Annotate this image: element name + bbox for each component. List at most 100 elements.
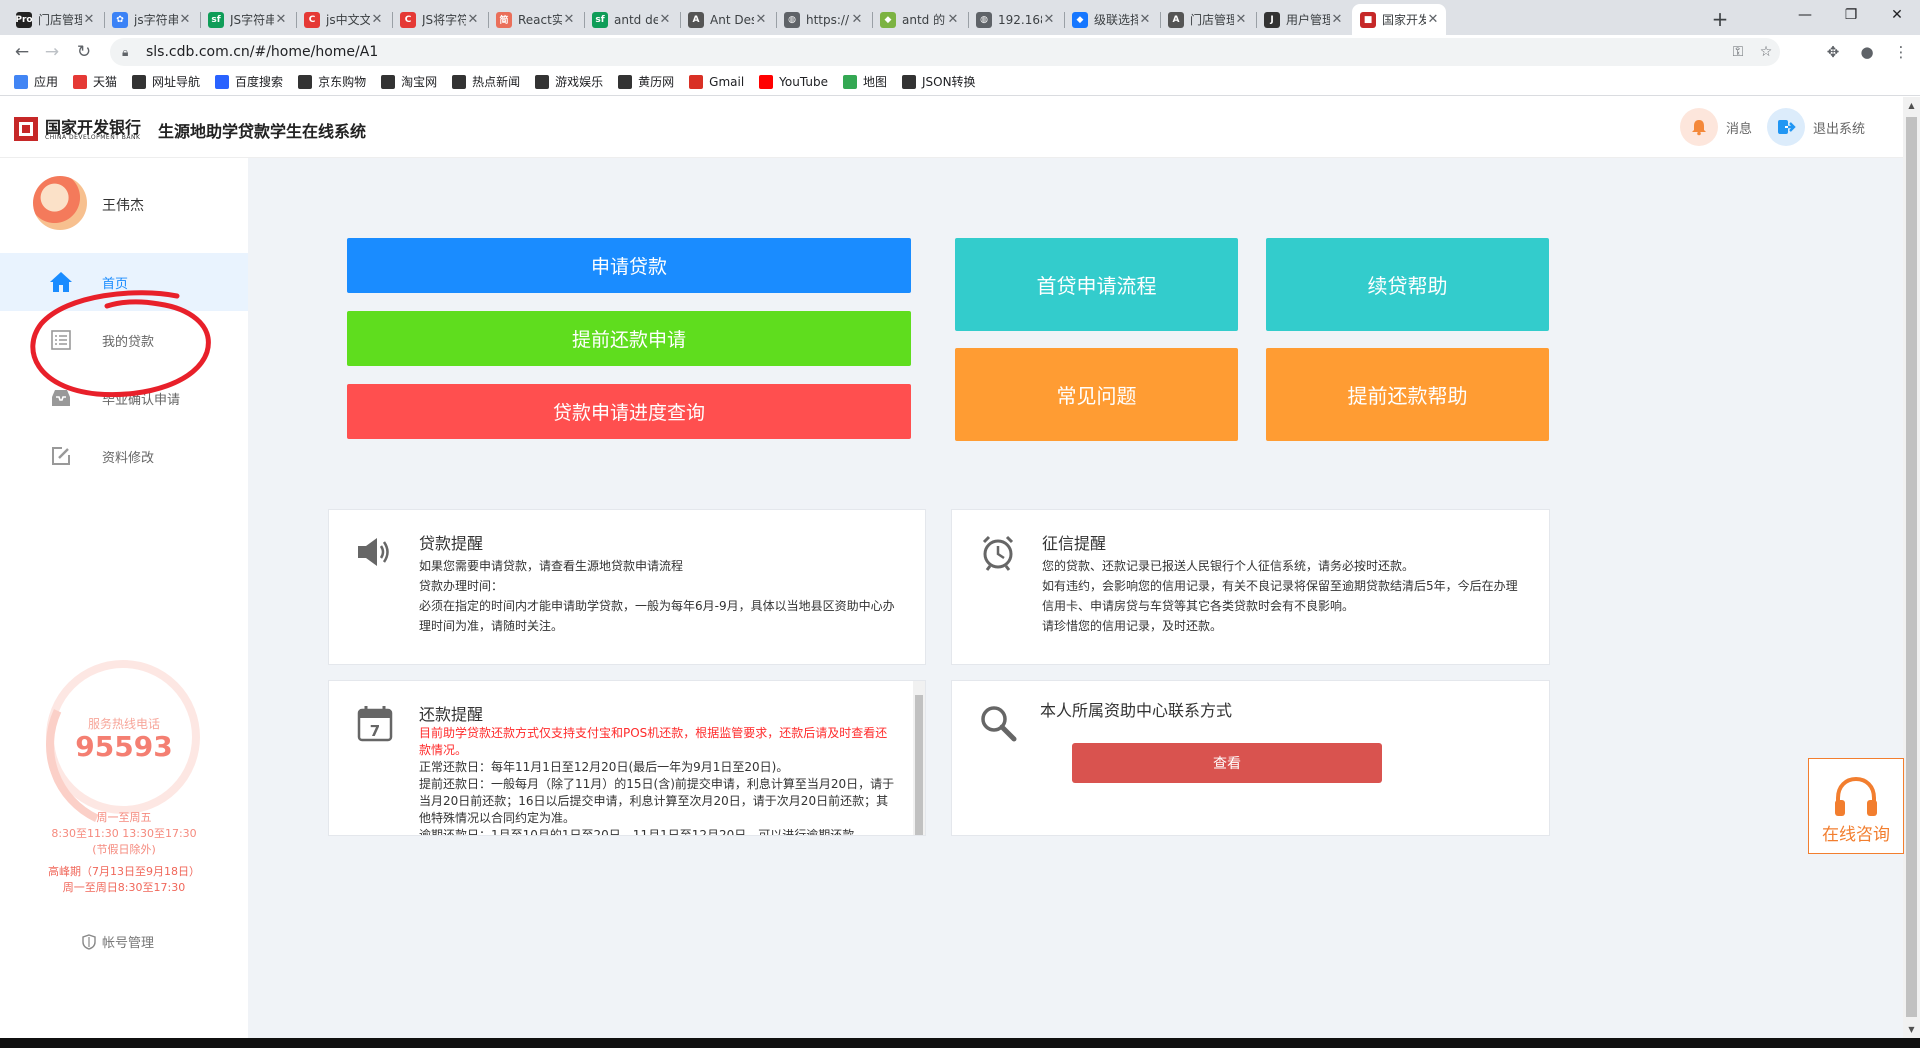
tab-favicon-icon: ✿ [112,11,128,28]
browser-tab[interactable]: sf antd des✕ [584,4,678,35]
online-consult-button[interactable]: 在线咨询 [1808,758,1904,854]
tab-favicon-icon: ◆ [880,11,896,28]
renew-help-button[interactable]: 续贷帮助 [1266,238,1549,331]
bookmark-item[interactable]: 游戏娱乐 [535,73,603,90]
messages-button[interactable]: 消息 [1680,108,1752,146]
scroll-down-arrow[interactable]: ▼ [1903,1021,1920,1038]
repay-card-scrollbar[interactable] [913,681,925,835]
tab-close-icon[interactable]: ✕ [850,12,864,27]
os-taskbar [0,1038,1920,1048]
tab-favicon-icon: sf [208,11,224,28]
browser-tab[interactable]: ◍ https://✕ [776,4,870,35]
early-repay-help-button[interactable]: 提前还款帮助 [1266,348,1549,441]
bookmark-label: YouTube [779,74,828,89]
bookmark-item[interactable]: 淘宝网 [381,73,437,90]
tab-close-icon[interactable]: ✕ [1234,12,1248,27]
loan-reminder-line: 必须在指定的时间内才能申请助学贷款，一般为每年6月-9月，具体以当地县区资助中心… [419,599,895,633]
logout-button[interactable]: 退出系统 [1767,108,1865,146]
credit-reminder-title: 征信提醒 [1042,534,1107,553]
tab-close-icon[interactable]: ✕ [178,12,192,27]
bookmark-item[interactable]: 天猫 [73,73,117,90]
scroll-up-arrow[interactable]: ▲ [1903,97,1920,114]
tab-close-icon[interactable]: ✕ [658,12,672,27]
loan-reminder-body: 如果您需要申请贷款，请查看生源地贷款申请流程 贷款办理时间： 必须在指定的时间内… [419,556,901,636]
sidebar-item-home[interactable]: 首页 [0,253,248,311]
sidebar-item-my-loans[interactable]: 我的贷款 [0,311,248,369]
minimize-button[interactable]: — [1782,0,1828,30]
apply-loan-button[interactable]: 申请贷款 [347,238,911,293]
avatar[interactable] [33,176,87,230]
lock-icon: 🔒︎ [122,45,129,59]
bookmark-item[interactable]: Gmail [689,74,744,89]
bookmark-icon [901,74,916,89]
browser-tab[interactable]: ◆ antd 的 ✕ [872,4,966,35]
repay-card-scroll-thumb[interactable] [915,695,923,835]
sidebar-item-edit-profile[interactable]: 资料修改 [0,427,248,485]
bookmark-item[interactable]: 黄历网 [618,73,674,90]
extensions-icon[interactable]: ✥ [1822,41,1844,63]
user-name: 王伟杰 [102,198,144,214]
new-tab-button[interactable]: + [1706,5,1734,33]
bookmark-item[interactable]: JSON转换 [901,73,976,90]
tab-title: antd des [614,12,658,27]
menu-icon[interactable]: ⋮ [1890,41,1912,63]
first-loan-process-button[interactable]: 首贷申请流程 [955,238,1238,331]
bookmark-item[interactable]: YouTube [759,74,828,89]
browser-tab[interactable]: J 用户管理 ✕ [1256,4,1350,35]
tab-close-icon[interactable]: ✕ [1330,12,1344,27]
loan-reminder-line: 如果您需要申请贷款，请查看生源地贷款申请流程 [419,559,684,573]
tab-close-icon[interactable]: ✕ [274,12,288,27]
tab-close-icon[interactable]: ✕ [466,12,480,27]
sidebar-item-label: 毕业确认申请 [102,392,181,408]
sidebar-item-graduation[interactable]: 毕业确认申请 [0,369,248,427]
close-window-button[interactable]: ✕ [1874,0,1920,30]
bookmark-item[interactable]: 应用 [14,73,58,90]
tab-favicon-icon: sf [592,11,608,28]
bookmark-item[interactable]: 京东购物 [298,73,366,90]
tab-favicon-icon: Pro [15,11,33,28]
browser-tab[interactable]: ■ 国家开发 ✕ [1352,4,1446,35]
browser-tab[interactable]: A 门店管理 ✕ [1160,4,1254,35]
bookmark-item[interactable]: 百度搜索 [215,73,283,90]
reload-button[interactable]: ↻ [70,38,98,66]
page-scrollbar[interactable]: ▲ ▼ [1903,97,1920,1038]
bookmark-item[interactable]: 网址导航 [132,73,200,90]
tab-close-icon[interactable]: ✕ [1138,12,1152,27]
key-icon[interactable]: ⚿ [1724,44,1752,60]
profile-icon[interactable]: ● [1856,41,1878,63]
tab-close-icon[interactable]: ✕ [1426,12,1440,27]
progress-query-button[interactable]: 贷款申请进度查询 [347,384,911,439]
account-management-link[interactable]: 帐号管理 [82,932,154,951]
restore-button[interactable]: ❐ [1828,0,1874,30]
bookmark-label: 热点新闻 [472,75,521,89]
bookmark-item[interactable]: 地图 [842,73,887,90]
tab-title: antd 的 [902,13,946,27]
tab-close-icon[interactable]: ✕ [82,12,96,27]
contact-card: 本人所属资助中心联系方式 查看 [951,680,1550,836]
browser-tab[interactable]: ✿ js字符串 ✕ [104,4,198,35]
repay-reminder-line: 正常还款日：每年11月1日至12月20日(最后一年为9月1日至20日)。 [419,760,789,774]
early-repay-apply-button[interactable]: 提前还款申请 [347,311,911,366]
logout-label: 退出系统 [1813,121,1866,137]
bookmark-item[interactable]: 热点新闻 [452,73,520,90]
tab-close-icon[interactable]: ✕ [562,12,576,27]
browser-tab[interactable]: ◍ 192.168.✕ [968,4,1062,35]
browser-tab[interactable]: ◆ 级联选择 ✕ [1064,4,1158,35]
browser-tab[interactable]: A Ant Desi✕ [680,4,774,35]
back-button[interactable]: ← [8,38,36,66]
faq-button[interactable]: 常见问题 [955,348,1238,441]
bookmark-star-icon[interactable]: ☆ [1752,44,1780,60]
tab-close-icon[interactable]: ✕ [946,12,960,27]
tab-close-icon[interactable]: ✕ [754,12,768,27]
browser-tab[interactable]: sf JS字符串 ✕ [200,4,294,35]
browser-tab[interactable]: 简 React实 ✕ [488,4,582,35]
browser-tab[interactable]: Cjs中文文 ✕ [296,4,390,35]
view-contact-button[interactable]: 查看 [1072,743,1382,783]
tab-close-icon[interactable]: ✕ [1042,12,1056,27]
browser-tab[interactable]: C JS将字符 ✕ [392,4,486,35]
tab-close-icon[interactable]: ✕ [370,12,384,27]
browser-tab[interactable]: Pro 门店管理 ✕ [8,4,102,35]
scrollbar-thumb[interactable] [1906,117,1917,1017]
forward-button[interactable]: → [38,38,66,66]
address-bar[interactable]: 🔒︎ sls.cdb.com.cn/#/home/home/A1 ⚿ ☆ [110,38,1780,66]
